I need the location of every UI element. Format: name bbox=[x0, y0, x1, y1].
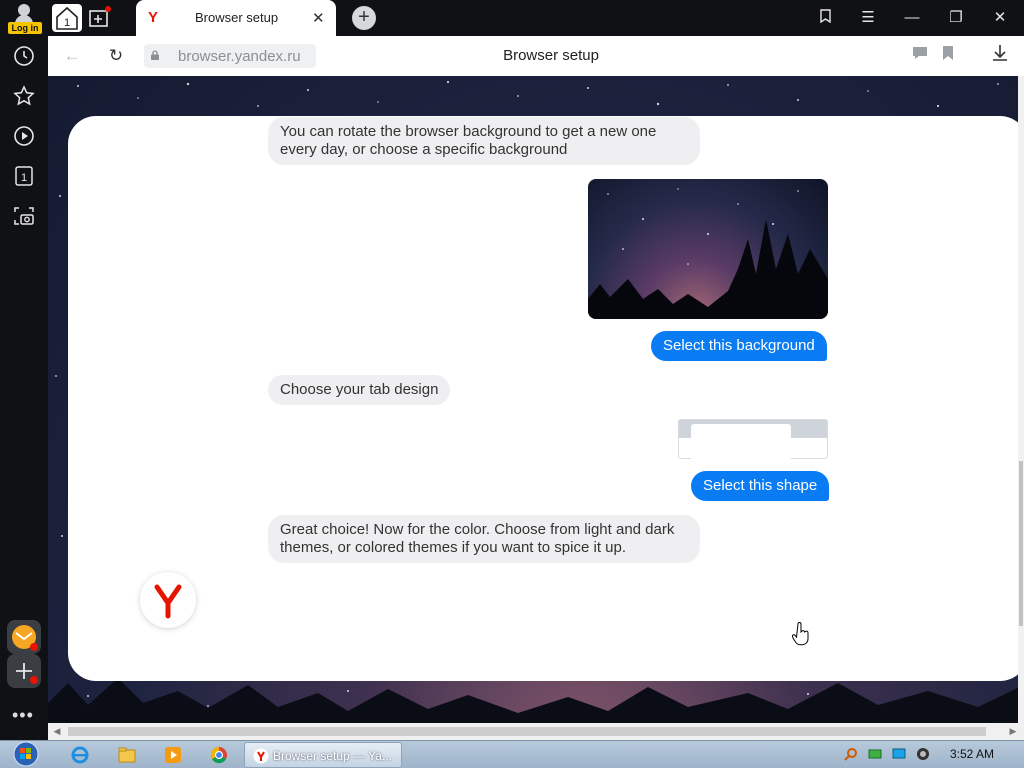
reload-icon[interactable]: ↻ bbox=[104, 44, 128, 68]
media-player-icon[interactable] bbox=[163, 745, 183, 765]
bot-message-background: You can rotate the browser background to… bbox=[268, 117, 700, 165]
yandex-favicon-icon: Y bbox=[148, 9, 159, 26]
yandex-y-icon bbox=[154, 584, 182, 619]
restore-icon[interactable]: ❐ bbox=[945, 8, 967, 28]
comment-icon[interactable] bbox=[908, 44, 932, 68]
setup-chat-card: You can rotate the browser background to… bbox=[68, 116, 1024, 681]
downloads-icon[interactable] bbox=[988, 44, 1012, 68]
active-tab[interactable]: Y Browser setup ✕ bbox=[136, 0, 336, 36]
login-button[interactable]: Log in bbox=[6, 2, 42, 34]
close-tab-icon[interactable]: ✕ bbox=[312, 9, 325, 27]
home-tab-count: 1 bbox=[64, 17, 70, 29]
taskbar-clock: 3:52 AM bbox=[950, 747, 995, 761]
bookmark-icon[interactable] bbox=[936, 44, 960, 68]
tab-counter-icon[interactable]: 1 bbox=[12, 164, 36, 188]
history-clock-icon[interactable] bbox=[12, 44, 36, 68]
collections-icon[interactable] bbox=[814, 8, 836, 28]
add-sidebar-app-button[interactable] bbox=[7, 654, 41, 688]
tab-title: Browser setup bbox=[195, 10, 279, 25]
plus-icon bbox=[16, 663, 38, 684]
windows-taskbar: Browser setup — Ya... 3:52 AM bbox=[0, 740, 1024, 768]
add-tab-button[interactable]: + bbox=[352, 6, 376, 30]
select-shape-button[interactable]: Select this shape bbox=[691, 471, 830, 501]
navigation-bar: ← ↻ browser.yandex.ru Browser setup bbox=[48, 36, 1024, 76]
display-tray-icon[interactable] bbox=[892, 747, 906, 761]
tab-shape-preview[interactable] bbox=[678, 419, 828, 460]
menu-icon[interactable]: ☰ bbox=[857, 8, 879, 28]
url-text: browser.yandex.ru bbox=[178, 48, 301, 65]
hand-cursor-icon bbox=[792, 622, 809, 646]
screenshot-camera-icon[interactable] bbox=[12, 204, 36, 228]
home-tabs-button[interactable]: 1 bbox=[52, 4, 82, 32]
internet-explorer-icon[interactable] bbox=[70, 745, 90, 765]
mail-app-button[interactable] bbox=[7, 620, 41, 654]
search-tray-icon[interactable] bbox=[844, 747, 858, 761]
yandex-logo bbox=[140, 572, 196, 628]
scroll-right-arrow-icon[interactable]: ▶ bbox=[1008, 726, 1018, 737]
close-window-icon[interactable]: ✕ bbox=[989, 8, 1011, 28]
scroll-left-arrow-icon[interactable]: ◀ bbox=[52, 726, 62, 737]
active-tab-shape bbox=[691, 424, 791, 460]
night-sky-image bbox=[588, 188, 828, 319]
file-explorer-icon[interactable] bbox=[117, 745, 137, 765]
background-preview-image[interactable] bbox=[588, 179, 828, 319]
vertical-scrollbar[interactable] bbox=[1018, 76, 1024, 723]
login-label: Log in bbox=[8, 22, 42, 34]
horizontal-scroll-thumb[interactable] bbox=[68, 727, 986, 736]
bot-message-tab-design: Choose your tab design bbox=[268, 375, 451, 405]
horizontal-scrollbar[interactable]: ◀ ▶ bbox=[48, 723, 1024, 740]
mail-icon bbox=[12, 625, 38, 651]
vertical-scroll-thumb[interactable] bbox=[1019, 461, 1023, 626]
page-title: Browser setup bbox=[503, 47, 599, 64]
back-arrow-icon[interactable]: ← bbox=[60, 44, 84, 68]
start-button-icon[interactable] bbox=[6, 741, 46, 768]
network-tray-icon[interactable] bbox=[868, 747, 882, 761]
home-icon: 1 bbox=[56, 6, 78, 30]
chrome-icon[interactable] bbox=[209, 745, 229, 765]
lock-icon bbox=[151, 50, 159, 60]
play-video-icon[interactable] bbox=[12, 124, 36, 148]
yandex-taskbar-icon bbox=[253, 748, 269, 764]
more-options-icon[interactable]: ••• bbox=[12, 705, 34, 726]
volume-tray-icon[interactable] bbox=[916, 747, 930, 761]
page-content: You can rotate the browser background to… bbox=[48, 76, 1024, 723]
favorites-star-icon[interactable] bbox=[12, 84, 36, 108]
new-tab-icon bbox=[89, 6, 111, 27]
taskbar-task-label: Browser setup — Ya... bbox=[273, 749, 392, 763]
new-tab-group-button[interactable] bbox=[88, 6, 112, 30]
minimize-icon[interactable]: — bbox=[901, 8, 923, 28]
taskbar-browser-task[interactable]: Browser setup — Ya... bbox=[244, 742, 402, 768]
tab-counter: 1 bbox=[21, 172, 27, 184]
bot-message-color: Great choice! Now for the color. Choose … bbox=[268, 515, 700, 563]
select-background-button[interactable]: Select this background bbox=[651, 331, 827, 361]
url-field[interactable]: browser.yandex.ru bbox=[144, 44, 316, 68]
